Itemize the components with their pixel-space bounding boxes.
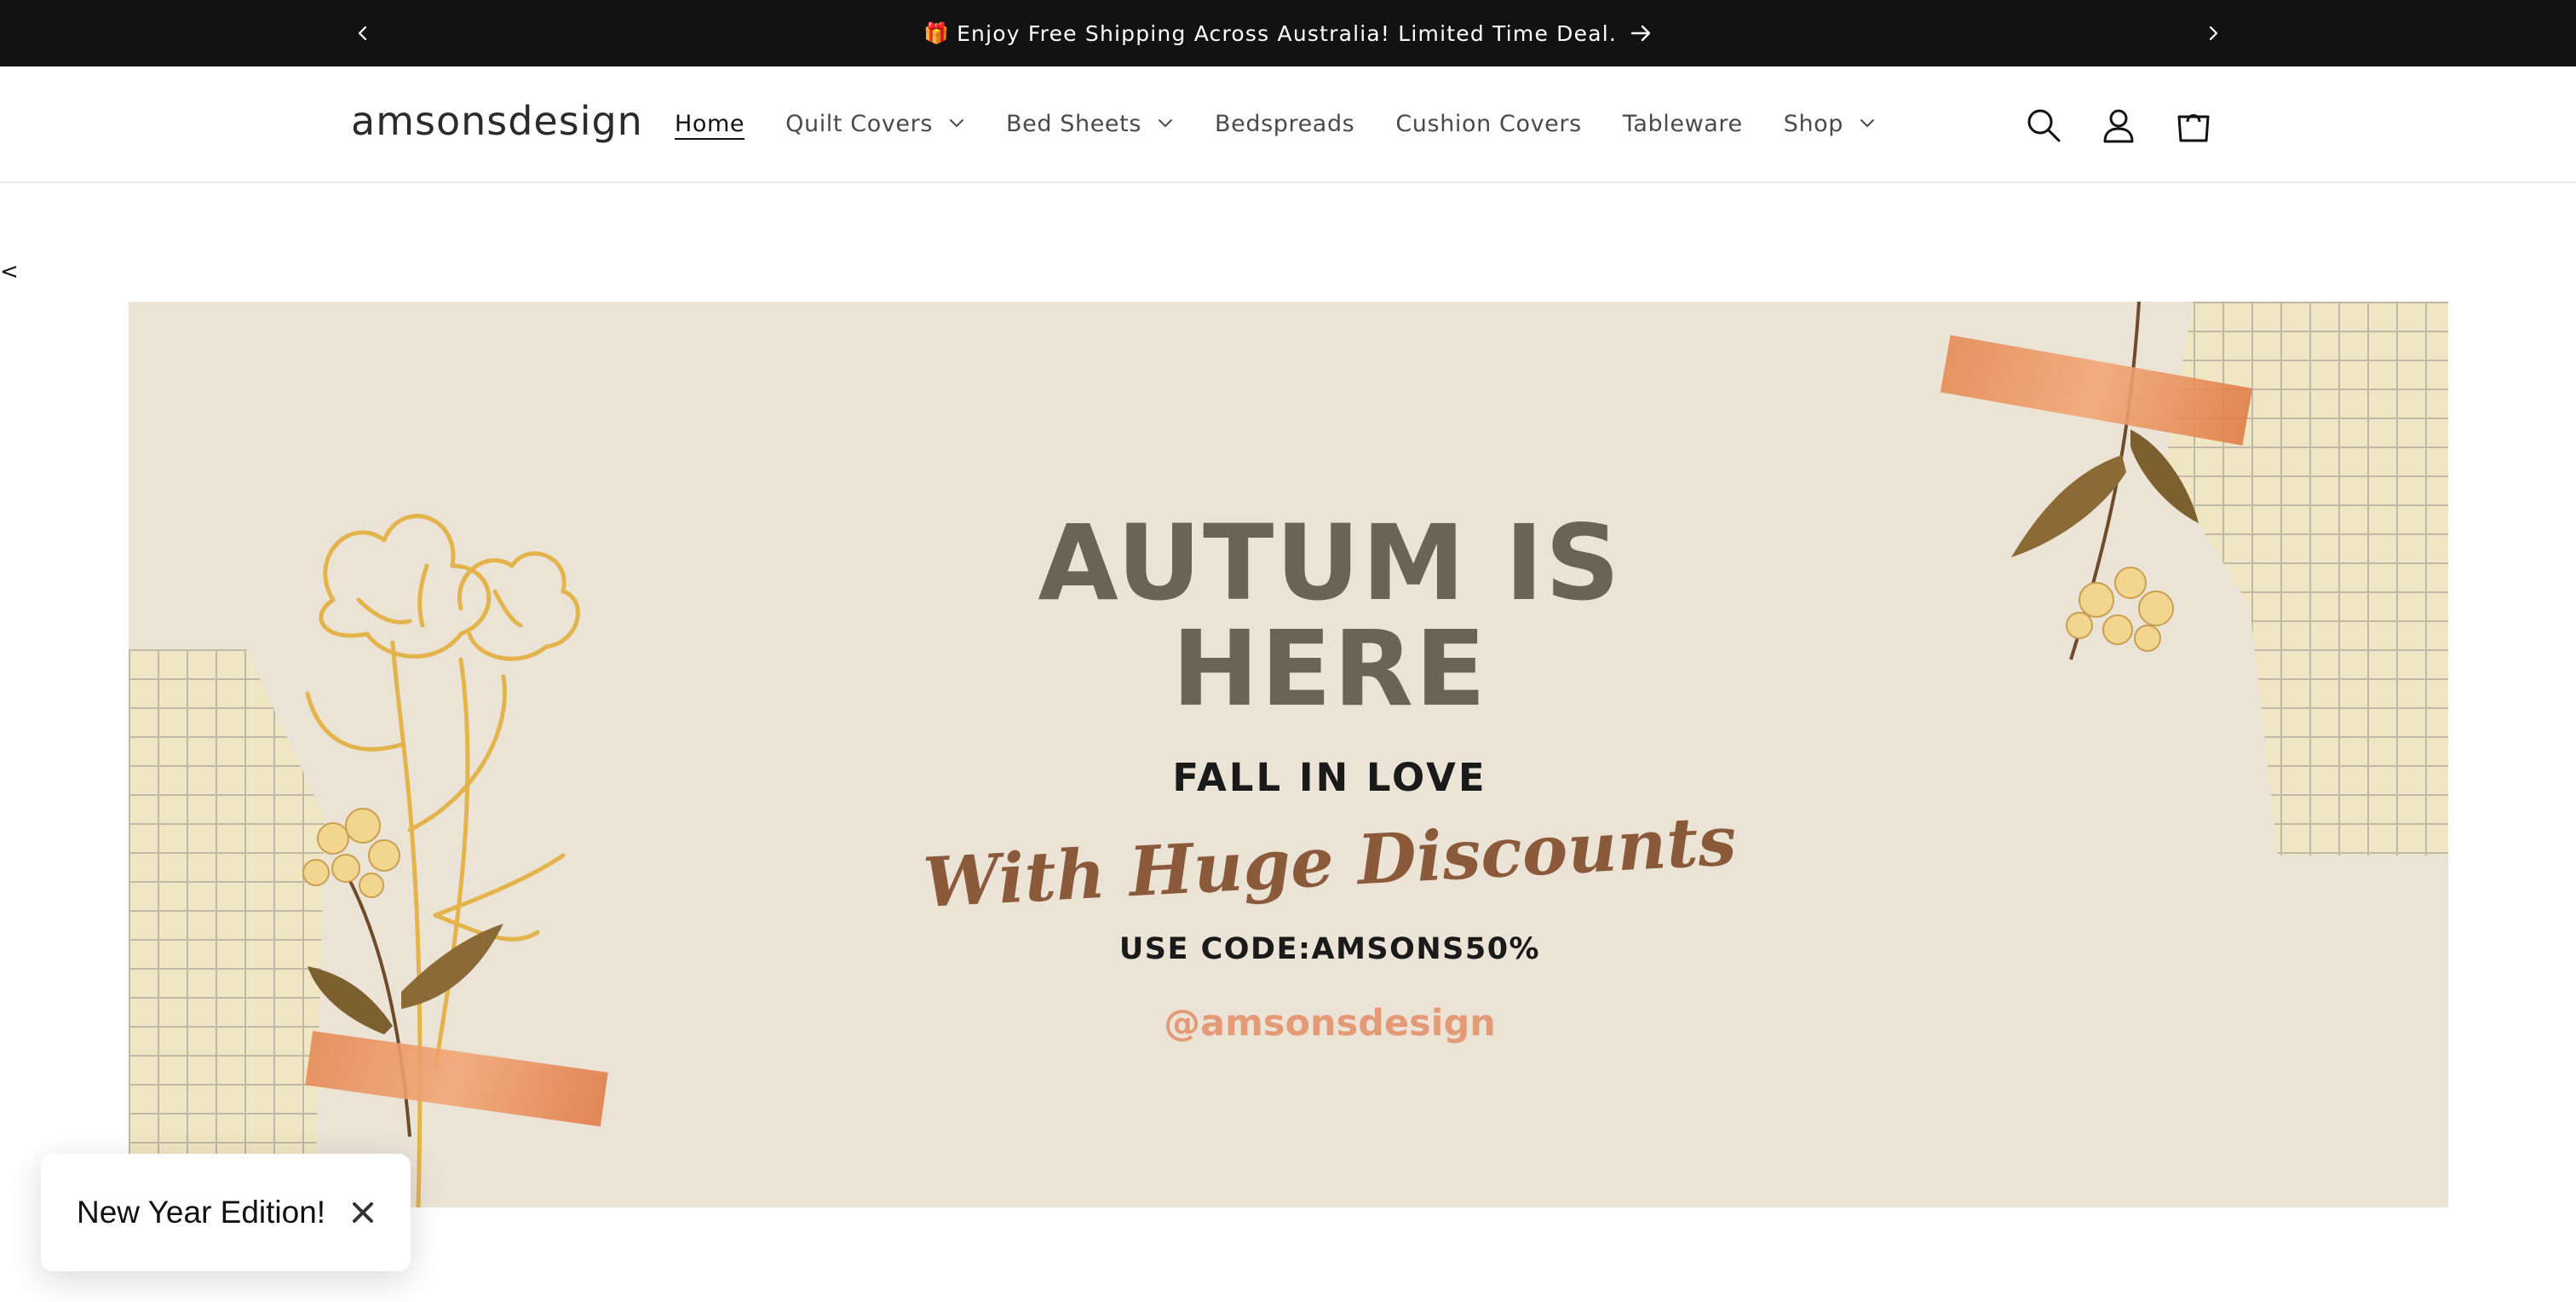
hero-title-line2: HERE (1171, 608, 1488, 729)
nav-item-bed-sheets[interactable]: Bed Sheets (1006, 111, 1174, 137)
announcement-message-link[interactable]: 🎁 Enjoy Free Shipping Across Australia! … (0, 0, 2576, 66)
search-button[interactable] (2019, 101, 2068, 150)
search-icon (2027, 109, 2061, 142)
announcement-bar: 🎁 Enjoy Free Shipping Across Australia! … (0, 0, 2576, 66)
nav-item-quilt-covers[interactable]: Quilt Covers (785, 111, 965, 137)
close-icon (353, 1202, 374, 1223)
account-button[interactable] (2094, 101, 2143, 150)
gift-icon: 🎁 (923, 21, 951, 45)
site-logo[interactable]: amsonsdesign (351, 95, 643, 147)
hero-discount-code: USE CODE:AMSONS50% (1118, 932, 1541, 966)
slideshow-prev-button[interactable]: < (0, 259, 19, 285)
chevron-down-icon (1157, 118, 1174, 129)
nav-item-label: Home (675, 110, 745, 137)
hero-title-line1: AUTUM IS (1038, 503, 1622, 624)
announcement-next-button[interactable] (2196, 16, 2230, 50)
announcement-message: Enjoy Free Shipping Across Australia! Li… (957, 20, 1618, 46)
hero-script-text: With Huge Discounts (921, 800, 1739, 923)
header-icons (2019, 101, 2218, 150)
nav-item-label: Shop (1783, 110, 1844, 137)
new-year-edition-popup[interactable]: New Year Edition! (41, 1154, 411, 1271)
nav-item-home[interactable]: Home (675, 111, 745, 137)
popup-label: New Year Edition! (77, 1195, 326, 1230)
nav-item-label: Tableware (1622, 110, 1743, 137)
chevron-down-icon (948, 118, 965, 129)
nav-item-shop[interactable]: Shop (1784, 111, 1876, 137)
nav-item-label: Bedspreads (1215, 110, 1355, 137)
cart-icon (2177, 114, 2210, 142)
nav-item-cushion-covers[interactable]: Cushion Covers (1395, 111, 1581, 137)
nav-item-tableware[interactable]: Tableware (1623, 111, 1743, 137)
hero-title: AUTUM IS HERE (895, 510, 1764, 722)
hero-subtitle: FALL IN LOVE (1172, 755, 1487, 800)
nav-item-label: Quilt Covers (785, 110, 934, 137)
nav-item-label: Cushion Covers (1395, 110, 1582, 137)
chevron-down-icon (1859, 118, 1876, 129)
hero-social-handle: @amsonsdesign (1164, 1002, 1496, 1045)
site-header: amsonsdesign Home Quilt Covers Bed Sheet… (0, 66, 2576, 183)
hero-banner[interactable]: AUTUM IS HERE FALL IN LOVE With Huge Dis… (129, 302, 2448, 1207)
account-icon (2103, 109, 2134, 143)
cart-button[interactable] (2169, 101, 2218, 150)
main-nav: Home Quilt Covers Bed Sheets Bedspreads … (675, 102, 1917, 145)
arrow-right-icon (1630, 24, 1653, 43)
nav-item-label: Bed Sheets (1006, 110, 1141, 137)
popup-close-button[interactable] (346, 1195, 380, 1230)
nav-item-bedspreads[interactable]: Bedspreads (1215, 111, 1354, 137)
chevron-right-icon (2209, 26, 2218, 41)
